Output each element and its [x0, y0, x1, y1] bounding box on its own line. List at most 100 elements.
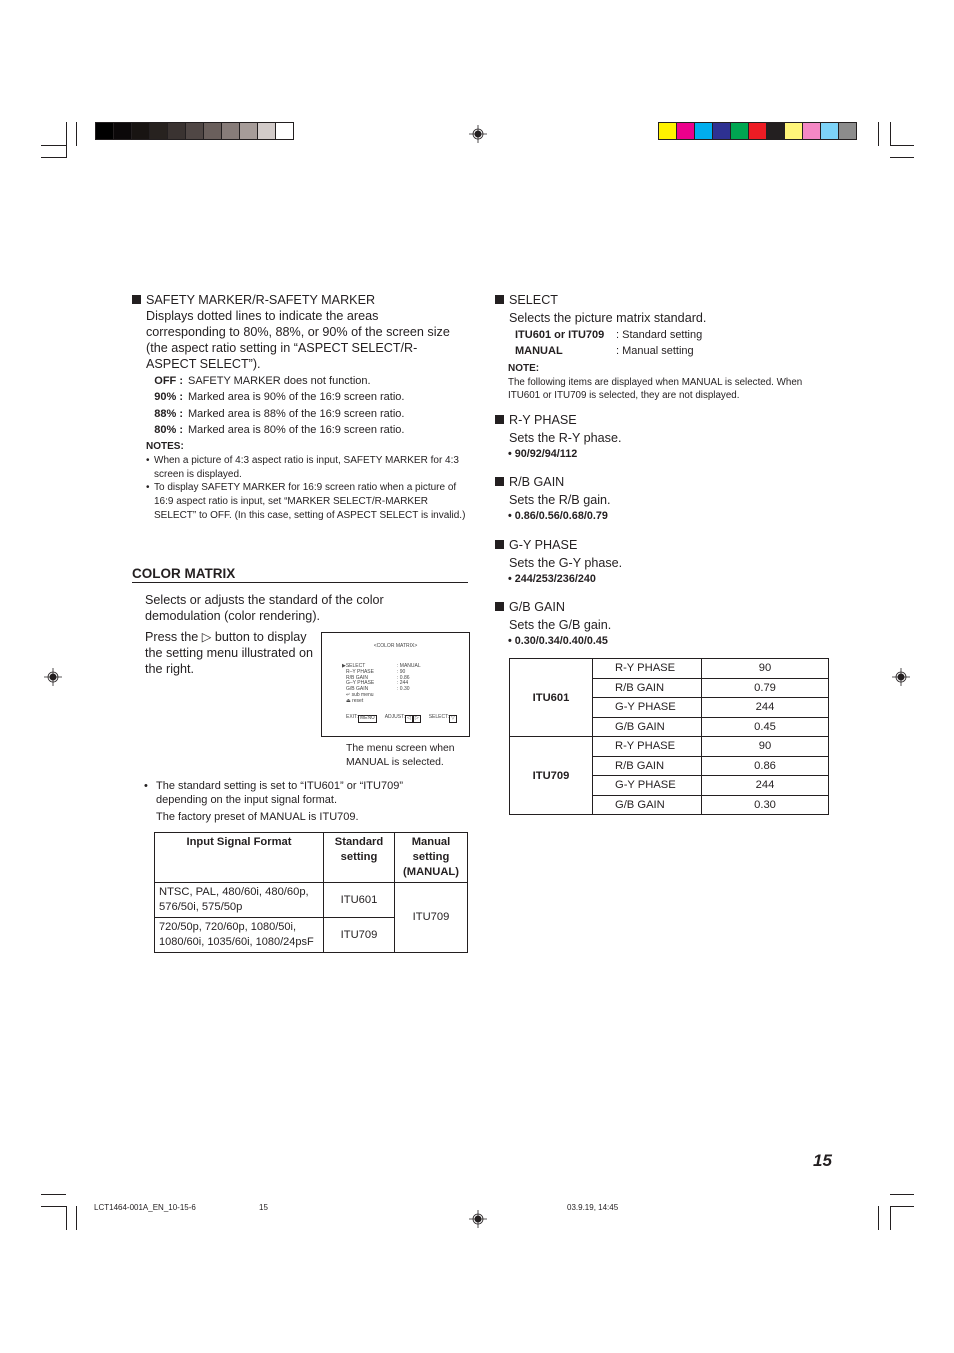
color-swatch — [803, 123, 821, 139]
adjustment-item: G/B GAIN Sets the G/B gain. • 0.30/0.34/0.… — [495, 599, 825, 650]
value-cell: 244 — [701, 697, 829, 718]
crop-mark — [890, 1206, 914, 1207]
safety-marker-notes: • When a picture of 4:3 aspect ratio is i… — [131, 454, 472, 522]
param-cell: R-Y PHASE — [592, 658, 702, 679]
select-heading: SELECT — [495, 292, 835, 308]
value-cell: 90 — [701, 658, 829, 679]
description-line: corresponding to 80%, 88%, or 90% of the… — [146, 325, 450, 339]
table-header-row: Input Signal Format Standard setting Man… — [154, 832, 468, 883]
crop-mark — [66, 122, 67, 158]
item-description: Sets the G/B gain. — [509, 618, 612, 632]
item-values: • 244/253/236/240 — [508, 573, 596, 585]
crop-mark — [890, 122, 891, 146]
color-swatch — [258, 123, 276, 139]
crop-mark — [41, 1194, 66, 1195]
value-cell: 0.30 — [701, 794, 829, 815]
group-cell: ITU709 — [509, 736, 593, 815]
table-row: NTSC, PAL, 480/60i, 480/60p, 576/50i, 57… — [154, 882, 468, 953]
item-description: Sets the R-Y phase. — [509, 431, 622, 445]
crop-mark — [66, 1206, 67, 1230]
crop-mark — [76, 1206, 77, 1230]
color-calibration-strip — [658, 122, 857, 140]
matrix-values-table: ITU601 R-Y PHASE 90 R/B GAIN 0.79 G-Y PHASE 24… — [509, 658, 829, 815]
item-heading: G-Y PHASE — [495, 537, 825, 553]
crop-mark — [890, 1206, 891, 1230]
registration-mark-icon — [892, 668, 910, 686]
value-cell: 0.86 — [701, 755, 829, 776]
table-row: ITU709 R-Y PHASE 90 — [509, 736, 829, 815]
param-cell: R-Y PHASE — [592, 736, 702, 757]
option-text: SAFETY MARKER does not function. — [188, 375, 371, 387]
value-cell: 244 — [701, 775, 829, 796]
crop-mark — [41, 1206, 66, 1207]
note-text: When a picture of 4:3 aspect ratio is in… — [154, 455, 459, 480]
osd-footer: EXIT: MENU ADJUST: ◁ ▷ SELECT: ▽ — [346, 714, 457, 723]
option-key: 88% : — [154, 407, 183, 420]
color-swatch — [677, 123, 695, 139]
registration-mark-icon — [44, 668, 62, 686]
select-options: ITU601 or ITU709 : Standard setting MANUAL… — [495, 327, 835, 360]
color-swatch — [821, 123, 839, 139]
square-bullet-icon — [495, 477, 504, 486]
footer-timestamp: 03.9.19, 14:45 — [567, 1203, 619, 1212]
square-bullet-icon — [495, 415, 504, 424]
param-cell: R/B GAIN — [592, 755, 702, 776]
color-matrix-description: Selects or adjusts the standard of the c… — [145, 593, 384, 623]
osd-row: ⏏ reset — [346, 697, 397, 705]
input-signal-table: Input Signal Format Standard setting Man… — [154, 832, 468, 953]
option-key: ITU601 or ITU709 — [515, 329, 605, 341]
option-key: 80% : — [154, 423, 183, 436]
osd-down-key: ▽ — [448, 715, 457, 723]
select-description: Selects the picture matrix standard. — [509, 311, 707, 325]
table-cell: ITU601 — [323, 882, 395, 918]
safety-marker-section: SAFETY MARKER/R-SAFETY MARKER Displays d… — [132, 292, 472, 522]
option-row: ITU601 or ITU709 : Standard setting — [515, 327, 835, 343]
color-swatch — [731, 123, 749, 139]
option-key: OFF : — [154, 375, 183, 387]
description-line: ASPECT SELECT”). — [146, 357, 261, 371]
color-matrix-title: COLOR MATRIX — [132, 566, 468, 583]
item-heading-text: R/B GAIN — [509, 475, 565, 489]
option-text: Marked area is 80% of the 16:9 screen ra… — [188, 423, 405, 436]
color-swatch — [132, 123, 150, 139]
color-swatch — [240, 123, 258, 139]
note-text: To display SAFETY MARKER for 16:9 screen… — [154, 482, 466, 521]
adjustment-item: R/B GAIN Sets the R/B gain. • 0.86/0.56/0.… — [495, 474, 825, 525]
item-heading-text: G-Y PHASE — [509, 538, 578, 552]
table-header: Standard setting — [323, 832, 395, 883]
osd-label: ⏏ reset — [346, 697, 364, 704]
color-swatch — [659, 123, 677, 139]
adjustment-item: R-Y PHASE Sets the R-Y phase. • 90/92/94/1… — [495, 412, 825, 463]
square-bullet-icon — [132, 295, 141, 304]
crop-mark — [890, 1194, 914, 1195]
safety-marker-heading: SAFETY MARKER/R-SAFETY MARKER — [132, 292, 472, 308]
safety-marker-options: OFF : SAFETY MARKER does not function. 90%… — [132, 373, 472, 438]
standard-setting-bullet: • The standard setting is set to “ITU601… — [144, 780, 403, 823]
option-text: : Standard setting — [616, 329, 703, 341]
crop-mark — [890, 157, 914, 158]
square-bullet-icon — [495, 540, 504, 549]
note-item: • When a picture of 4:3 aspect ratio is i… — [146, 454, 472, 481]
color-swatch — [222, 123, 240, 139]
color-swatch — [96, 123, 114, 139]
color-swatch — [114, 123, 132, 139]
color-swatch — [186, 123, 204, 139]
option-row: MANUAL: Manual setting — [515, 343, 835, 359]
footer-sheet-number: 15 — [259, 1203, 268, 1212]
item-heading: G/B GAIN — [495, 599, 825, 615]
osd-left-key: ◁ — [404, 715, 413, 723]
item-values: • 90/92/94/112 — [508, 448, 578, 460]
table-header: Manual setting (MANUAL) — [394, 832, 468, 883]
description-line: (the aspect ratio setting in “ASPECT SEL… — [146, 341, 418, 355]
bullet-icon: • — [146, 455, 150, 467]
footer-file-id: LCT1464-001A_EN_10-15-6 — [94, 1203, 196, 1212]
crop-mark — [890, 145, 914, 146]
registration-mark-icon — [469, 125, 487, 143]
color-swatch — [695, 123, 713, 139]
param-cell: G/B GAIN — [592, 794, 702, 815]
square-bullet-icon — [495, 295, 504, 304]
table-row: ITU601 R-Y PHASE 90 — [509, 658, 829, 737]
color-swatch — [749, 123, 767, 139]
table-cell: 720/50p, 720/60p, 1080/50i, 1080/60i, 10… — [154, 917, 324, 953]
value-cell: 90 — [701, 736, 829, 757]
